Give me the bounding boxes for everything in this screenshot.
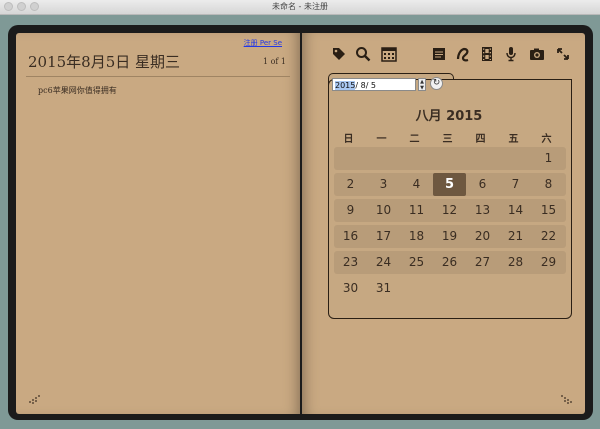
calendar-day[interactable]: 18: [400, 225, 433, 248]
sketch-icon[interactable]: [454, 45, 472, 63]
calendar-day[interactable]: 24: [367, 251, 400, 274]
calendar-week-row: 23 24 25 26 27 28 29: [334, 251, 566, 274]
left-page[interactable]: 注册 Per Se 2015年8月5日 星期三 1 of 1 pc6苹果网你值得…: [16, 33, 300, 414]
calendar-day[interactable]: 13: [466, 199, 499, 222]
calendar-empty-cell: [400, 147, 433, 170]
microphone-icon[interactable]: [502, 45, 520, 63]
calendar-day[interactable]: 20: [466, 225, 499, 248]
weekday-label: 二: [409, 134, 420, 145]
calendar-empty-cell: [466, 277, 499, 300]
weekday-label: 四: [475, 134, 486, 145]
calendar-day[interactable]: 11: [400, 199, 433, 222]
camera-icon[interactable]: [528, 45, 546, 63]
calendar-day[interactable]: 27: [466, 251, 499, 274]
calendar-day[interactable]: 25: [400, 251, 433, 274]
calendar-week-row: 16 17 18 19 20 21 22: [334, 225, 566, 248]
calendar-day[interactable]: 6: [466, 173, 499, 196]
calendar-day[interactable]: 16: [334, 225, 367, 248]
page-corner-dots-icon: [561, 395, 572, 404]
page-count: 1 of 1: [262, 57, 286, 66]
right-page: 2015/ 8/ 5 ▲ ▼ ↻ 八月 2015 日 一 二 三 四 五 六 12…: [302, 33, 585, 414]
calendar-day[interactable]: 15: [532, 199, 565, 222]
weekday-label: 三: [442, 134, 453, 145]
calendar-empty-cell: [499, 147, 532, 170]
calendar-day[interactable]: 9: [334, 199, 367, 222]
calendar-day[interactable]: 10: [367, 199, 400, 222]
register-link[interactable]: 注册 Per Se: [244, 38, 282, 48]
calendar-empty-cell: [532, 277, 565, 300]
tag-icon[interactable]: [330, 45, 348, 63]
date-field-month-day[interactable]: / 8/ 5: [355, 81, 376, 90]
title-bar: 未命名 - 未注册: [0, 0, 600, 15]
calendar-day[interactable]: 21: [499, 225, 532, 248]
calendar-day[interactable]: 17: [367, 225, 400, 248]
calendar-week-row: 2345678: [334, 173, 566, 196]
calendar-empty-cell: [466, 147, 499, 170]
date-field-year[interactable]: 2015: [335, 81, 356, 90]
calendar-day[interactable]: 26: [433, 251, 466, 274]
calendar-day[interactable]: 14: [499, 199, 532, 222]
calendar-day[interactable]: 1: [532, 147, 565, 170]
expand-icon[interactable]: [554, 45, 572, 63]
calendar-day[interactable]: 4: [400, 173, 433, 196]
calendar-day[interactable]: 2: [334, 173, 367, 196]
weekday-label: 六: [541, 134, 552, 145]
calendar-day[interactable]: 5: [433, 173, 466, 196]
calendar-week-row: 1: [334, 147, 566, 170]
calendar-empty-cell: [367, 147, 400, 170]
calendar-empty-cell: [334, 147, 367, 170]
notes-icon[interactable]: [430, 45, 448, 63]
calendar-day[interactable]: 7: [499, 173, 532, 196]
calendar-day[interactable]: 22: [532, 225, 565, 248]
calendar-day[interactable]: 30: [334, 277, 367, 300]
reset-date-icon[interactable]: ↻: [430, 77, 443, 90]
weekday-label: 日: [343, 134, 354, 145]
weekday-header: 日 一 二 三 四 五 六: [332, 130, 566, 145]
weekday-label: 一: [376, 134, 387, 145]
weekday-label: 五: [508, 134, 519, 145]
calendar-empty-cell: [400, 277, 433, 300]
page-date-heading: 2015年8月5日 星期三: [28, 53, 181, 71]
calendar-empty-cell: [433, 147, 466, 170]
calendar-day[interactable]: 3: [367, 173, 400, 196]
calendar-week-row: 9 10 11 12 13 14 15: [334, 199, 566, 222]
toolbar: [330, 43, 580, 65]
calendar-month-title: 八月 2015: [415, 109, 483, 124]
calendar-day[interactable]: 12: [433, 199, 466, 222]
date-stepper[interactable]: ▲ ▼: [418, 78, 426, 91]
heading-divider: [26, 76, 290, 77]
journal-book: 注册 Per Se 2015年8月5日 星期三 1 of 1 pc6苹果网你值得…: [8, 25, 593, 420]
calendar-day[interactable]: 23: [334, 251, 367, 274]
film-icon[interactable]: [478, 45, 496, 63]
calendar-empty-cell: [499, 277, 532, 300]
calendar-icon[interactable]: [380, 45, 398, 63]
page-corner-dots-icon: [29, 395, 40, 404]
window-title: 未命名 - 未注册: [272, 2, 328, 11]
search-icon[interactable]: [354, 45, 372, 63]
calendar-empty-cell: [433, 277, 466, 300]
calendar-day[interactable]: 19: [433, 225, 466, 248]
calendar-week-row: 30 31: [334, 277, 566, 300]
journal-entry-text[interactable]: pc6苹果网你值得拥有: [38, 85, 117, 96]
calendar-day[interactable]: 8: [532, 173, 565, 196]
calendar-day[interactable]: 29: [532, 251, 565, 274]
calendar-day[interactable]: 28: [499, 251, 532, 274]
calendar-day[interactable]: 31: [367, 277, 400, 300]
date-field[interactable]: 2015/ 8/ 5: [332, 78, 416, 91]
